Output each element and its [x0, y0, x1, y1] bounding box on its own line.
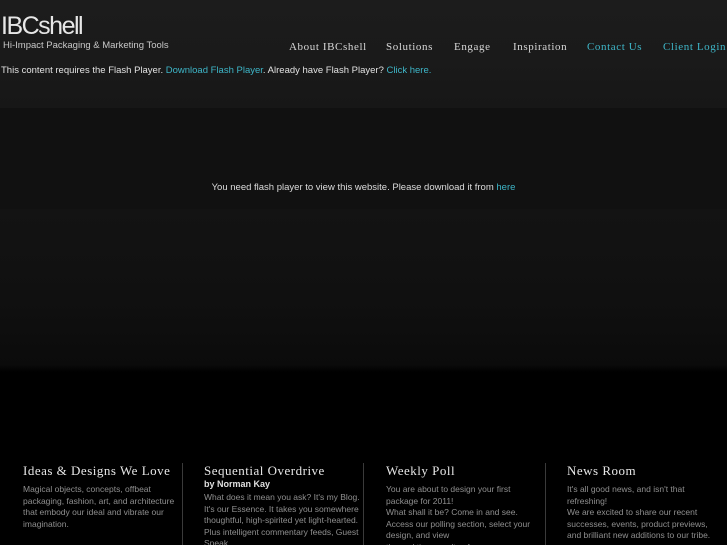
- main-nav: About IBCshell Solutions Engage Inspirat…: [0, 40, 727, 54]
- nav-client-login[interactable]: Client Login: [663, 40, 726, 54]
- nav-engage[interactable]: Engage: [454, 40, 491, 54]
- site-logo[interactable]: IBCshell: [1, 12, 84, 40]
- column-ideas-designs[interactable]: Ideas & Designs We Love Magical objects,…: [23, 464, 183, 545]
- column-weekly-poll[interactable]: Weekly Poll You are about to design your…: [386, 464, 536, 545]
- nav-contact[interactable]: Contact Us: [587, 40, 642, 54]
- column-divider: [363, 463, 364, 545]
- nav-about[interactable]: About IBCshell: [289, 40, 367, 54]
- column-title: Ideas & Designs We Love: [23, 464, 171, 478]
- nav-inspiration[interactable]: Inspiration: [513, 40, 567, 54]
- column-byline: by Norman Kay: [204, 479, 271, 489]
- download-flash-link[interactable]: Download Flash Player: [166, 65, 263, 76]
- flash-required-message: You need flash player to view this websi…: [0, 182, 727, 194]
- column-divider: [182, 463, 183, 545]
- column-sequential-overdrive[interactable]: Sequential Overdrive by Norman Kay What …: [204, 464, 364, 545]
- flash-notice-middle: . Already have Flash Player?: [262, 65, 384, 76]
- column-title: News Room: [567, 464, 637, 478]
- column-news-room[interactable]: News Room It's all good news, and isn't …: [567, 464, 717, 545]
- download-here-link[interactable]: here: [496, 182, 515, 193]
- flash-notice: This content requires the Flash Player. …: [1, 65, 431, 77]
- click-here-link[interactable]: Click here.: [387, 65, 432, 76]
- column-title: Weekly Poll: [386, 464, 456, 478]
- flash-notice-text: This content requires the Flash Player.: [1, 65, 164, 76]
- nav-solutions[interactable]: Solutions: [386, 40, 433, 54]
- column-body: What does it mean you ask? It's my Blog.…: [204, 492, 360, 545]
- column-title: Sequential Overdrive: [204, 464, 325, 478]
- column-divider: [545, 463, 546, 545]
- column-body: You are about to design your first packa…: [386, 484, 531, 545]
- site-header: IBCshell Hi-Impact Packaging & Marketing…: [0, 0, 727, 64]
- column-body: Magical objects, concepts, offbeat packa…: [23, 484, 175, 529]
- column-body: It's all good news, and isn't that refre…: [567, 484, 711, 540]
- flash-required-text: You need flash player to view this websi…: [211, 182, 494, 193]
